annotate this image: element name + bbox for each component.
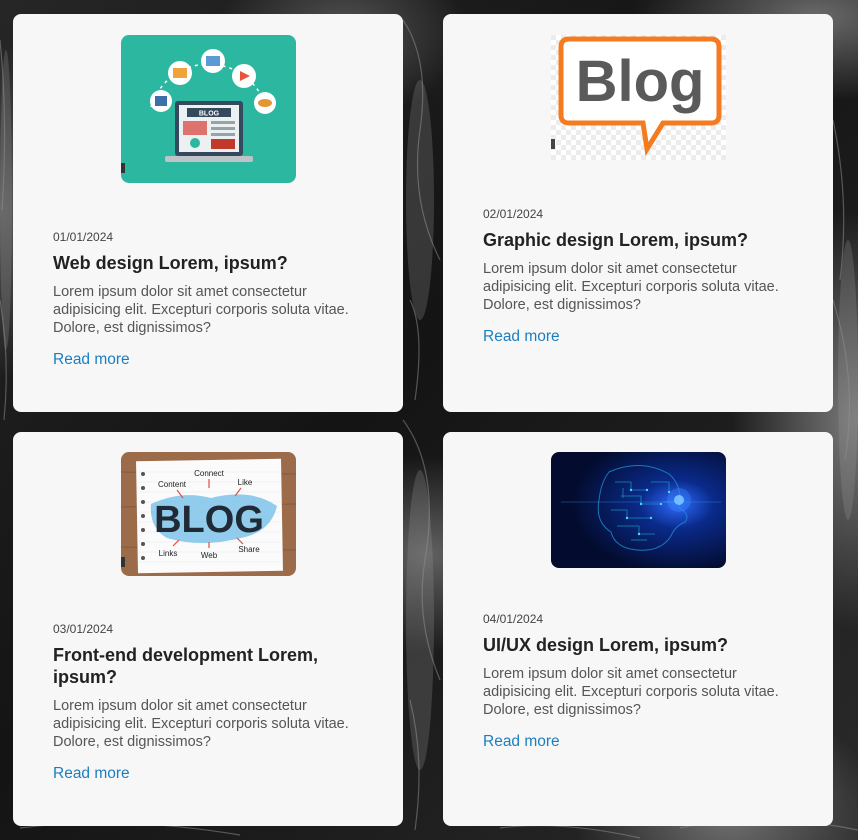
card-3-image-label: BLOG	[154, 499, 264, 541]
card-2-image: Blog	[550, 35, 726, 160]
card-2-description: Lorem ipsum dolor sit amet consectetur a…	[483, 261, 779, 313]
card-1-title: Web design Lorem, ipsum?	[53, 253, 288, 273]
card-3-title: Front-end development Lorem, ipsum?	[53, 645, 319, 687]
blog-card-1: BLOG 01/01/2024 Web design Lorem, ipsum?…	[13, 14, 403, 412]
card-1-description: Lorem ipsum dolor sit amet consectetur a…	[53, 284, 349, 336]
card-4-title: UI/UX design Lorem, ipsum?	[483, 635, 729, 655]
card-3-image-word-like: Like	[237, 478, 252, 487]
blog-card-3: BLOG Content Connect Like Links Web Shar…	[13, 432, 403, 826]
card-3-image: BLOG Content Connect Like Links Web Shar…	[120, 452, 296, 576]
card-3-date: 03/01/2024	[53, 622, 114, 636]
card-4-read-more-link[interactable]: Read more	[483, 733, 560, 751]
card-3-image-word-web: Web	[200, 551, 217, 560]
card-3-description: Lorem ipsum dolor sit amet consectetur a…	[53, 698, 349, 750]
card-1-read-more-link[interactable]: Read more	[53, 351, 130, 369]
card-1-date: 01/01/2024	[53, 230, 114, 244]
card-3-read-more-link[interactable]: Read more	[53, 765, 130, 783]
card-1-image: BLOG	[120, 35, 296, 183]
card-3-image-word-share: Share	[238, 545, 260, 554]
card-4-date: 04/01/2024	[483, 612, 544, 626]
card-2-read-more-link[interactable]: Read more	[483, 328, 560, 346]
card-3-image-word-content: Content	[157, 480, 186, 489]
card-3-image-word-links: Links	[158, 549, 177, 558]
card-4-image	[550, 452, 726, 568]
blog-card-2: Blog 02/01/2024 Graphic design Lorem, ip…	[443, 14, 833, 412]
card-2-image-label: Blog	[575, 49, 704, 114]
card-1-image-label: BLOG	[198, 111, 219, 118]
card-2-date: 02/01/2024	[483, 207, 544, 221]
blog-card-4: 04/01/2024 UI/UX design Lorem, ipsum? Lo…	[443, 432, 833, 826]
card-2-title: Graphic design Lorem, ipsum?	[483, 230, 749, 250]
card-3-image-word-connect: Connect	[194, 469, 225, 478]
card-4-description: Lorem ipsum dolor sit amet consectetur a…	[483, 666, 779, 718]
